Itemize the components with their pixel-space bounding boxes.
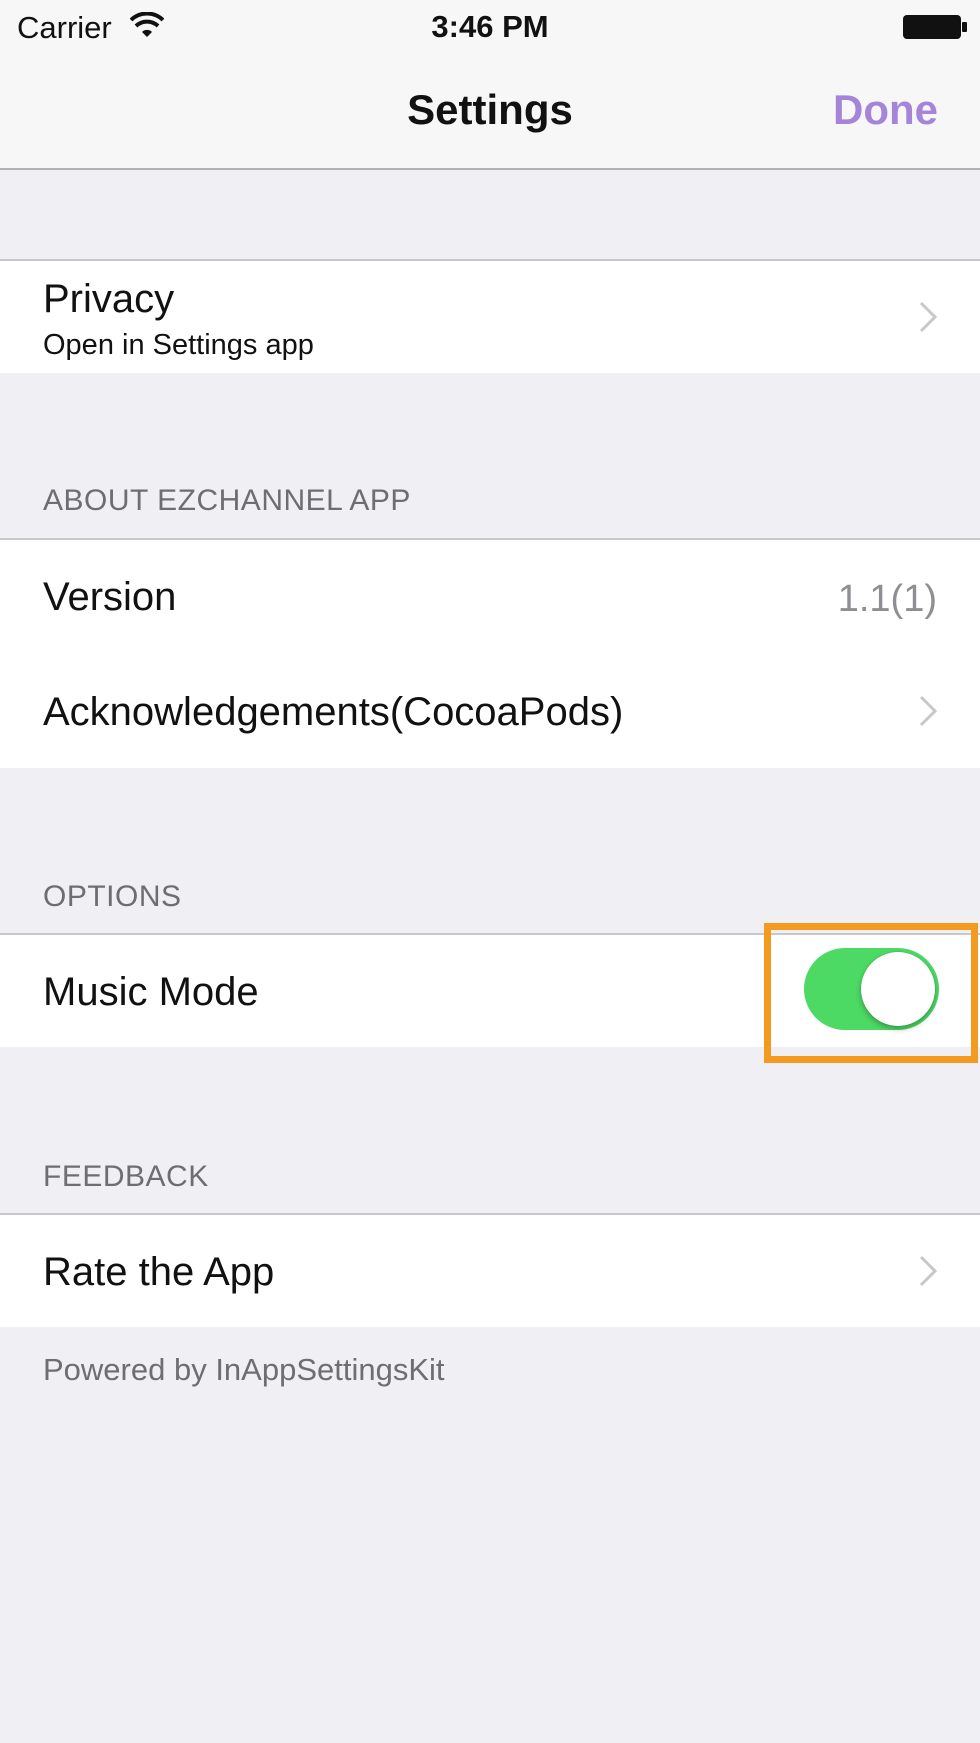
navigation-bar: Carrier 3:46 PM Settings Done (0, 0, 980, 170)
about-section-header: ABOUT EZCHANNEL APP (43, 484, 411, 517)
chevron-right-icon (919, 1255, 938, 1287)
status-bar: Carrier 3:46 PM (0, 0, 980, 54)
music-mode-label: Music Mode (43, 970, 259, 1014)
privacy-cell[interactable]: Privacy Open in Settings app (0, 261, 980, 373)
about-group: Version 1.1(1) Acknowledgements(CocoaPod… (0, 538, 980, 768)
version-value: 1.1(1) (837, 578, 937, 620)
acknowledgements-label: Acknowledgements(CocoaPods) (43, 690, 624, 734)
privacy-group: Privacy Open in Settings app (0, 259, 980, 373)
feedback-group: Rate the App (0, 1213, 980, 1327)
options-section-header: OPTIONS (43, 880, 182, 913)
version-label: Version (43, 575, 177, 619)
privacy-title: Privacy (43, 277, 175, 321)
highlight-annotation (764, 923, 978, 1063)
chevron-right-icon (919, 695, 938, 727)
privacy-subtitle: Open in Settings app (43, 329, 314, 361)
chevron-right-icon (919, 301, 938, 333)
footer-credit: Powered by InAppSettingsKit (43, 1352, 445, 1387)
status-time: 3:46 PM (431, 9, 549, 44)
done-button[interactable]: Done (833, 86, 938, 134)
settings-screen: Carrier 3:46 PM Settings Done Privacy Op… (0, 0, 980, 1743)
battery-icon (903, 15, 967, 39)
acknowledgements-cell[interactable]: Acknowledgements(CocoaPods) (0, 654, 980, 768)
rate-app-label: Rate the App (43, 1250, 275, 1294)
feedback-section-header: FEEDBACK (43, 1160, 209, 1193)
version-cell: Version 1.1(1) (0, 540, 980, 654)
rate-app-cell[interactable]: Rate the App (0, 1215, 980, 1327)
